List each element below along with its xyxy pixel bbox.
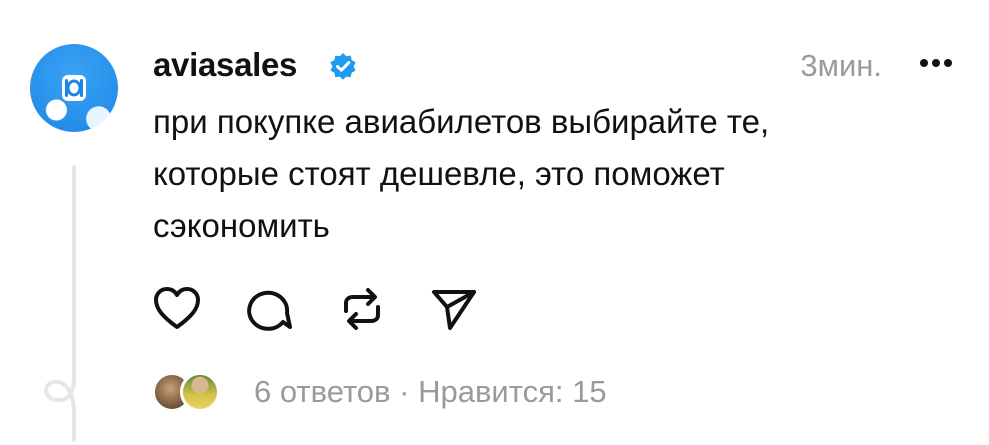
share-icon[interactable] xyxy=(430,285,478,333)
thread-curl-icon xyxy=(44,370,76,416)
comment-icon[interactable] xyxy=(245,285,293,333)
thread-line-tail xyxy=(72,412,76,442)
username[interactable]: aviasales xyxy=(153,46,297,84)
aviasales-logo-icon xyxy=(62,75,86,101)
stats-separator: · xyxy=(399,374,410,409)
verified-badge-icon xyxy=(330,53,356,80)
post-text: при покупке авиабилетов выбирайте те, ко… xyxy=(153,103,770,244)
post-header: aviasales 3мин. xyxy=(153,40,969,90)
more-options-icon[interactable] xyxy=(919,58,953,68)
likes-count[interactable]: Нравится: 15 xyxy=(418,374,607,409)
reply-avatar xyxy=(180,372,220,412)
heart-icon[interactable] xyxy=(153,285,201,333)
post-time: 3мин. xyxy=(800,48,882,83)
repost-icon[interactable] xyxy=(338,285,386,333)
thread-line xyxy=(72,165,76,387)
avatar[interactable] xyxy=(30,44,118,132)
post-stats: 6 ответов · Нравится: 15 xyxy=(254,374,607,410)
replies-count[interactable]: 6 ответов xyxy=(254,374,391,409)
